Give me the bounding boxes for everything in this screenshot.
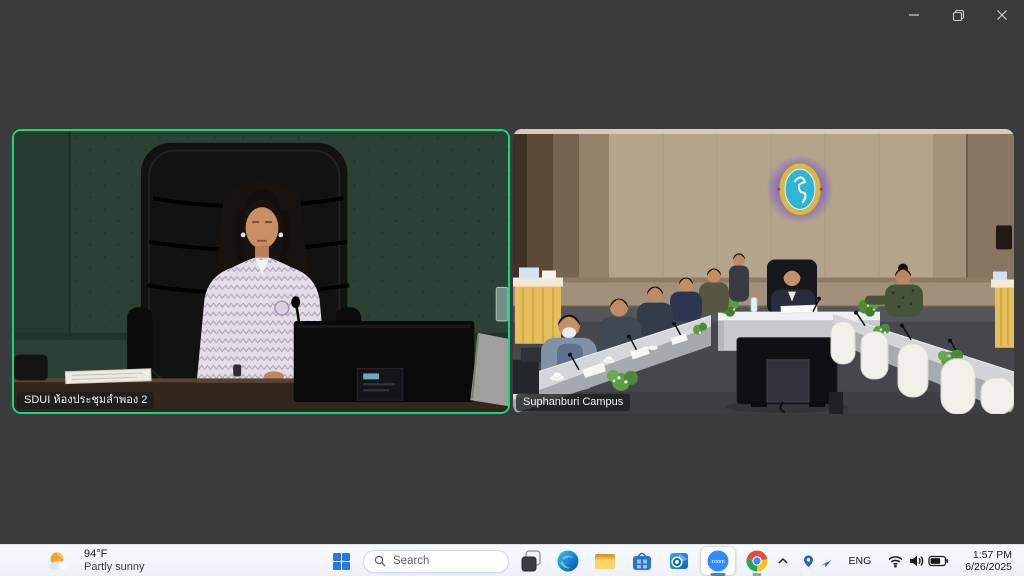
taskbar-center: zoom (326, 546, 772, 576)
minimize-icon (908, 9, 920, 21)
wifi-icon (887, 554, 904, 568)
taskbar-app-task-view[interactable] (516, 546, 546, 576)
presenter-video-illustration (14, 131, 508, 412)
restore-button[interactable] (936, 0, 980, 30)
chevron-up-icon (776, 555, 790, 567)
close-button[interactable] (980, 0, 1024, 30)
chrome-icon (745, 549, 769, 573)
zoom-active-card: zoom (701, 547, 735, 575)
search-input[interactable] (393, 555, 493, 567)
svg-text:zoom: zoom (711, 559, 725, 565)
taskbar-app-chrome[interactable] (742, 546, 772, 576)
system-tray: ENG 1:57 PM 6/26/2025 (774, 545, 1018, 576)
room-video-illustration (513, 129, 1014, 414)
taskbar-app-edge[interactable] (553, 546, 583, 576)
start-button[interactable] (326, 546, 356, 576)
desktop: { "video_tiles": [ { "label": "SDUI ห้อง… (0, 0, 1024, 576)
language-label: ENG (845, 555, 876, 567)
meeting-video-grid: SDUI ห้องประชุมลำพอง 2 (12, 129, 1014, 414)
speaker-icon (908, 554, 924, 568)
quick-settings-button[interactable] (885, 547, 951, 575)
task-view-icon (519, 549, 543, 573)
restore-icon (952, 9, 965, 22)
minimize-button[interactable] (892, 0, 936, 30)
window-controls (892, 0, 1024, 30)
taskbar-app-outlook[interactable] (664, 546, 694, 576)
search-icon (374, 555, 386, 567)
video-label-room: Suphanburi Campus (516, 394, 630, 411)
outlook-icon (667, 549, 691, 573)
video-tile-room[interactable]: Suphanburi Campus (513, 129, 1014, 414)
taskbar-app-microsoft-store[interactable] (627, 546, 657, 576)
video-tile-presenter[interactable]: SDUI ห้องประชุมลำพอง 2 (12, 129, 510, 414)
clock-widget[interactable]: 1:57 PM 6/26/2025 (959, 547, 1018, 575)
video-label-presenter: SDUI ห้องประชุมลำพอง 2 (17, 392, 154, 409)
file-explorer-icon (593, 549, 617, 573)
tray-pen-location-button[interactable] (800, 547, 835, 575)
weather-widget[interactable]: 94°F Partly sunny (46, 545, 145, 576)
microsoft-store-icon (630, 549, 654, 573)
taskbar-search[interactable] (363, 550, 509, 573)
windows-logo-icon (333, 553, 350, 570)
weather-temperature: 94°F (84, 548, 107, 561)
language-indicator[interactable]: ENG (843, 547, 878, 575)
taskbar: 94°F Partly sunny (0, 544, 1024, 576)
tray-date: 6/26/2025 (965, 561, 1012, 574)
weather-condition: Partly sunny (84, 561, 145, 574)
cursor-arrow-icon (819, 554, 833, 568)
tray-overflow-button[interactable] (774, 547, 792, 575)
location-pin-icon (802, 554, 815, 569)
partly-sunny-icon (46, 550, 72, 572)
zoom-icon: zoom (706, 549, 730, 573)
close-icon (996, 9, 1008, 21)
taskbar-app-file-explorer[interactable] (590, 546, 620, 576)
tray-time: 1:57 PM (973, 549, 1012, 562)
battery-icon (928, 554, 949, 568)
taskbar-app-zoom[interactable]: zoom (701, 546, 735, 576)
edge-icon (556, 549, 580, 573)
